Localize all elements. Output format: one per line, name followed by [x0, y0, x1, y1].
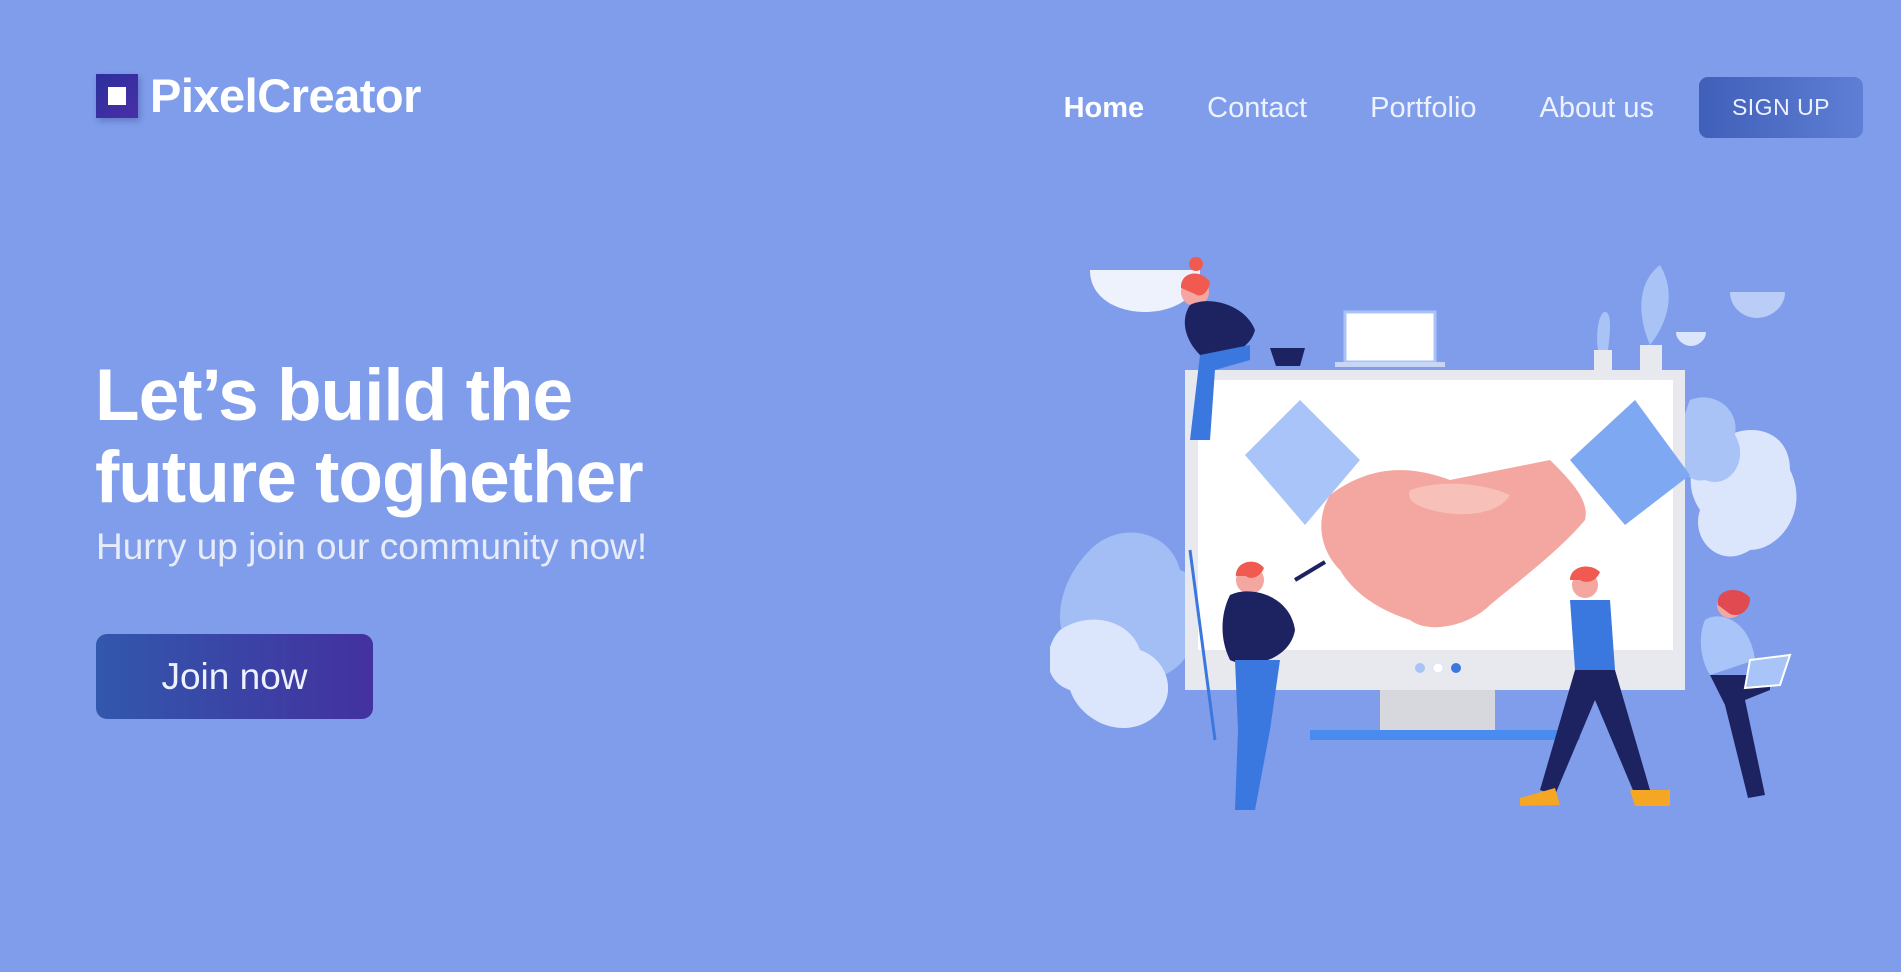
- brand-name: PixelCreator: [150, 69, 421, 122]
- brand-logo[interactable]: PixelCreator: [96, 72, 421, 119]
- logo-square-icon: [96, 73, 138, 118]
- monitor-stand: [1380, 690, 1495, 730]
- screen-dot-1: [1415, 663, 1425, 673]
- leaf-blob-right-dark: [1679, 397, 1741, 482]
- hero-title-line-1: Let’s build the: [95, 355, 573, 436]
- bowl-right: [1730, 292, 1785, 318]
- small-laptop-base: [1335, 362, 1445, 367]
- join-now-button[interactable]: Join now: [96, 634, 373, 719]
- hero-title-line-2: future toghether: [95, 437, 644, 518]
- screen-dot-2: [1432, 662, 1444, 674]
- person-brush-legs: [1235, 660, 1280, 810]
- plant-pot-tall: [1640, 345, 1662, 370]
- person-walking-shoe-left: [1520, 788, 1560, 806]
- bowl-small: [1676, 332, 1706, 346]
- handshake-team-illustration: [1050, 257, 1797, 810]
- signup-button[interactable]: SIGN UP: [1699, 77, 1863, 138]
- hero-subtitle: Hurry up join our community now!: [96, 526, 648, 567]
- hero-title: Let’s build the future toghether: [95, 355, 695, 519]
- plant-leaves: [1641, 265, 1669, 345]
- main-nav: Home Contact Portfolio About us SIGN UP: [1064, 77, 1863, 138]
- small-laptop-screen: [1343, 310, 1437, 364]
- cactus: [1597, 311, 1610, 350]
- person-walking-shoe-right: [1630, 790, 1670, 806]
- landing-page: PixelCreator Home Contact Portfolio Abou…: [0, 0, 1901, 972]
- nav-link-contact[interactable]: Contact: [1207, 78, 1307, 138]
- person-laptop-body: [1700, 616, 1755, 675]
- monitor-base: [1310, 730, 1580, 740]
- coffee-cup: [1270, 348, 1305, 366]
- nav-link-home[interactable]: Home: [1064, 78, 1145, 138]
- person-sitting-bun: [1189, 257, 1203, 271]
- screen-dot-3: [1451, 663, 1461, 673]
- person-laptop-legs: [1710, 675, 1770, 798]
- laptop: [1743, 653, 1792, 690]
- nav-link-portfolio[interactable]: Portfolio: [1370, 78, 1476, 138]
- nav-link-about-us[interactable]: About us: [1540, 78, 1654, 138]
- plant-pot-small: [1594, 350, 1612, 370]
- person-walking-body: [1570, 600, 1615, 670]
